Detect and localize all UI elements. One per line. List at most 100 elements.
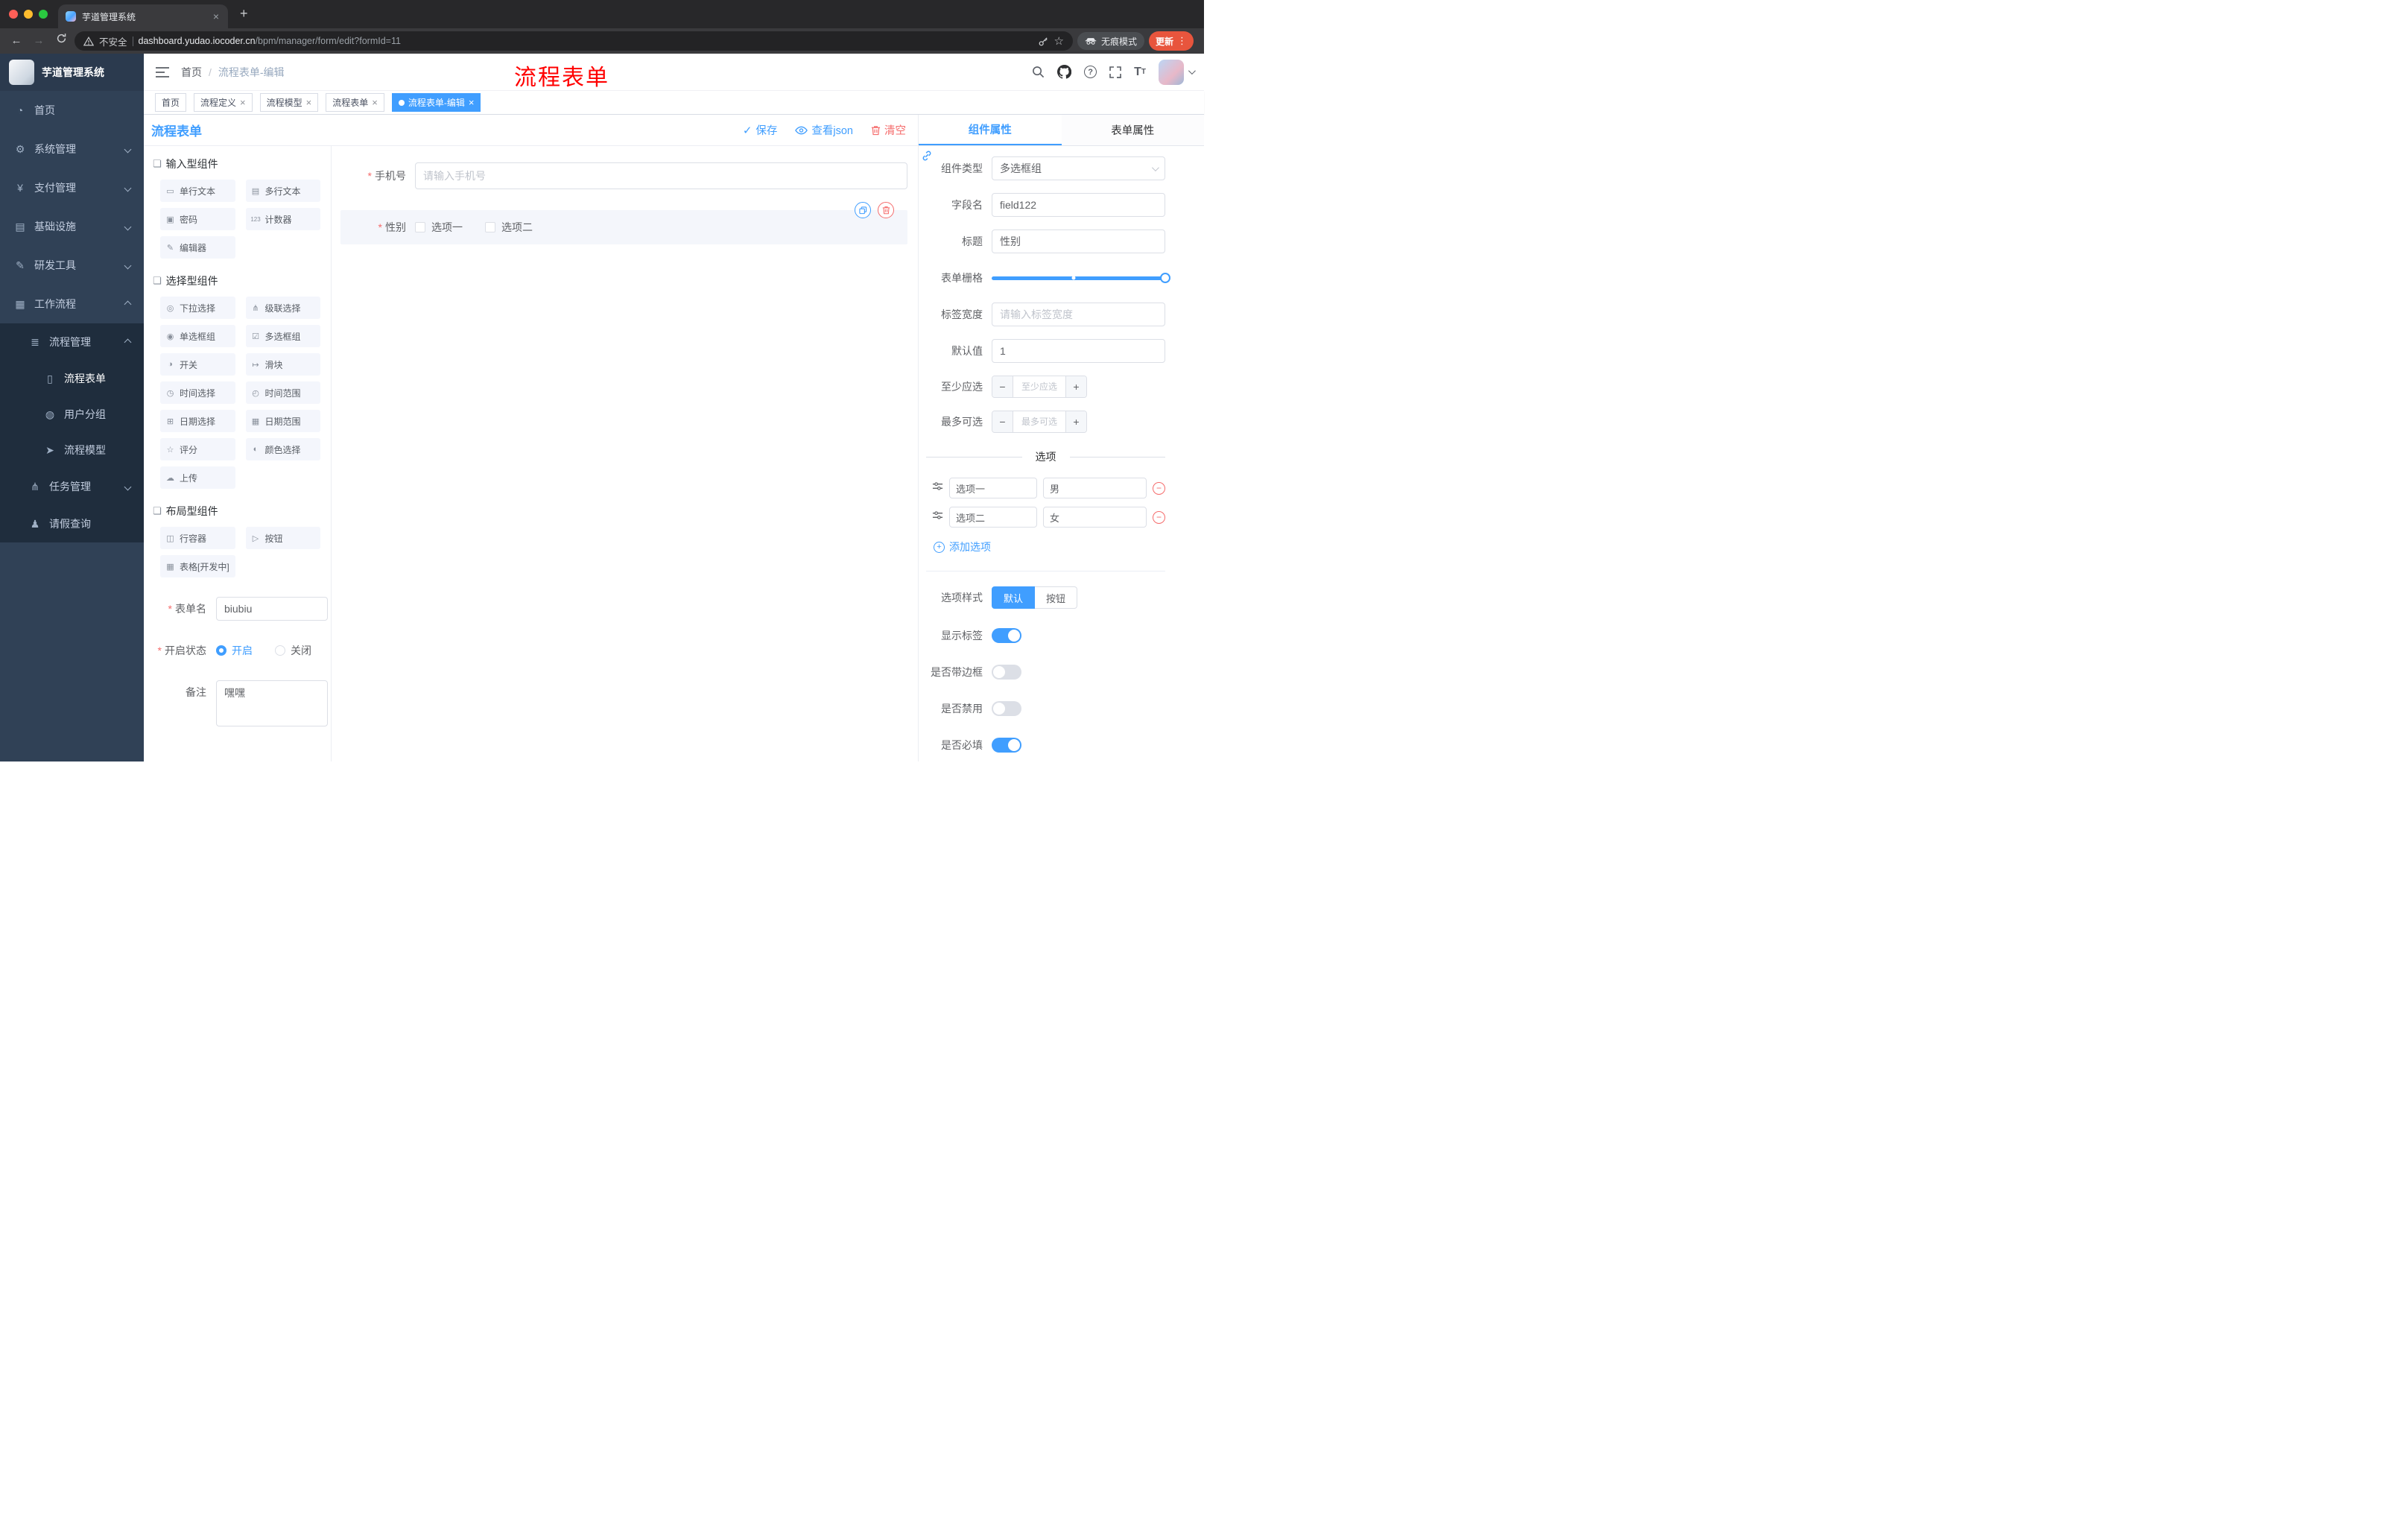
help-icon[interactable]: ?: [1084, 66, 1097, 78]
github-icon[interactable]: [1057, 65, 1072, 79]
status-radio-on[interactable]: 开启: [216, 643, 253, 658]
back-button[interactable]: ←: [7, 32, 25, 50]
option-value-input[interactable]: [1043, 507, 1147, 528]
view-json-button[interactable]: 查看json: [795, 122, 853, 138]
component-item-dropdown[interactable]: ◎ 下拉选择: [160, 297, 235, 319]
checkbox-option-2[interactable]: 选项二: [485, 220, 533, 235]
drag-handle-icon[interactable]: [932, 481, 943, 495]
sidebar-item-leave-query[interactable]: ♟ 请假查询: [0, 505, 144, 542]
show-label-switch[interactable]: [992, 628, 1021, 643]
sidebar-item-process-form[interactable]: ▯ 流程表单: [0, 361, 144, 396]
remove-option-button[interactable]: −: [1153, 510, 1165, 524]
component-item-table[interactable]: ▦ 表格[开发中]: [160, 555, 235, 577]
max-select-input[interactable]: [1013, 411, 1065, 432]
checkbox-option-1[interactable]: 选项一: [415, 220, 463, 235]
zoom-window-button[interactable]: [39, 10, 48, 19]
form-name-input[interactable]: [216, 597, 328, 621]
component-item-slider[interactable]: ↦ 滑块: [245, 353, 320, 376]
component-item-date-picker[interactable]: ⊞ 日期选择: [160, 410, 235, 432]
sidebar-item-user-group[interactable]: ◍ 用户分组: [0, 396, 144, 432]
key-icon[interactable]: [1038, 36, 1049, 47]
component-item-upload[interactable]: ☁ 上传: [160, 466, 235, 489]
forward-button[interactable]: →: [30, 32, 48, 50]
component-item-time-picker[interactable]: ◷ 时间选择: [160, 381, 235, 404]
component-item-date-range[interactable]: ▦ 日期范围: [245, 410, 320, 432]
required-switch[interactable]: [992, 738, 1021, 753]
tag-process-model[interactable]: 流程模型 ×: [259, 93, 319, 112]
component-item-editor[interactable]: ✎ 编辑器: [160, 236, 235, 259]
sidebar-item-task-management[interactable]: ⋔ 任务管理: [0, 468, 144, 505]
component-item-cascader[interactable]: ⋔ 级联选择: [245, 297, 320, 319]
component-type-select[interactable]: 多选框组: [992, 156, 1165, 180]
style-button-button[interactable]: 按钮: [1035, 586, 1078, 609]
gender-field-row[interactable]: 性别 选项一 选项二: [340, 202, 907, 244]
close-window-button[interactable]: [9, 10, 18, 19]
increase-button[interactable]: +: [1065, 411, 1086, 432]
disabled-switch[interactable]: [992, 701, 1021, 716]
fullscreen-icon[interactable]: [1109, 66, 1122, 78]
title-input[interactable]: [992, 229, 1165, 253]
browser-tab[interactable]: 芋道管理系统 ×: [58, 4, 228, 28]
style-default-button[interactable]: 默认: [992, 586, 1036, 609]
checkbox-icon[interactable]: [485, 222, 495, 232]
sidebar-item-process-model[interactable]: ➤ 流程模型: [0, 432, 144, 468]
kebab-menu-icon[interactable]: ⋮: [1177, 35, 1187, 47]
slider-thumb[interactable]: [1160, 273, 1170, 283]
sidebar-item-payment[interactable]: ¥ 支付管理: [0, 168, 144, 207]
border-switch[interactable]: [992, 665, 1021, 680]
close-icon[interactable]: ×: [372, 98, 378, 107]
delete-field-button[interactable]: [878, 202, 894, 218]
field-name-input[interactable]: [992, 193, 1165, 217]
sidebar-item-devtools[interactable]: ✎ 研发工具: [0, 246, 144, 285]
tag-process-form-edit[interactable]: 流程表单-编辑 ×: [391, 93, 481, 112]
sidebar-logo[interactable]: 芋道管理系统: [0, 54, 144, 91]
slider-track[interactable]: [992, 273, 1170, 283]
close-icon[interactable]: ×: [469, 98, 475, 107]
tag-home[interactable]: 首页: [155, 93, 187, 112]
decrease-button[interactable]: −: [992, 411, 1013, 432]
tag-process-definition[interactable]: 流程定义 ×: [194, 93, 253, 112]
close-icon[interactable]: ×: [306, 98, 312, 107]
min-select-input[interactable]: [1013, 376, 1065, 397]
component-item-switch[interactable]: ◑ 开关: [160, 353, 235, 376]
update-button[interactable]: 更新 ⋮: [1148, 31, 1194, 51]
reload-button[interactable]: [52, 32, 70, 50]
component-item-button[interactable]: ▷ 按钮: [245, 527, 320, 549]
label-width-input[interactable]: [992, 303, 1165, 326]
remove-option-button[interactable]: −: [1153, 481, 1165, 495]
new-tab-button[interactable]: +: [240, 6, 248, 21]
default-value-input[interactable]: [992, 339, 1165, 363]
component-item-multi-text[interactable]: ▤ 多行文本: [245, 180, 320, 202]
option-label-input[interactable]: [949, 507, 1037, 528]
component-item-counter[interactable]: 123 计数器: [245, 208, 320, 230]
component-item-rate[interactable]: ☆ 评分: [160, 438, 235, 460]
grid-slider[interactable]: [992, 266, 1170, 290]
component-item-checkbox-group[interactable]: ☑ 多选框组: [245, 325, 320, 347]
phone-input[interactable]: [415, 162, 907, 189]
bookmark-star-icon[interactable]: ☆: [1054, 34, 1064, 48]
sidebar-item-infrastructure[interactable]: ▤ 基础设施: [0, 207, 144, 246]
remark-textarea[interactable]: 嘿嘿: [216, 680, 328, 726]
phone-field-row[interactable]: 手机号: [340, 162, 907, 189]
add-option-button[interactable]: + 添加选项: [934, 539, 1165, 554]
increase-button[interactable]: +: [1065, 376, 1086, 397]
close-icon[interactable]: ×: [240, 98, 246, 107]
tag-process-form[interactable]: 流程表单 ×: [326, 93, 384, 112]
drag-handle-icon[interactable]: [932, 510, 943, 525]
sidebar-toggle-button[interactable]: [144, 66, 181, 77]
breadcrumb-home[interactable]: 首页: [181, 65, 202, 80]
component-item-time-range[interactable]: ◴ 时间范围: [245, 381, 320, 404]
address-bar[interactable]: 不安全 dashboard.yudao.iocoder.cn/bpm/manag…: [75, 31, 1073, 51]
component-item-color-picker[interactable]: ◐ 颜色选择: [245, 438, 320, 460]
link-icon[interactable]: [921, 150, 933, 165]
clear-button[interactable]: 清空: [871, 122, 906, 138]
component-item-single-text[interactable]: ▭ 单行文本: [160, 180, 235, 202]
component-item-password[interactable]: ▣ 密码: [160, 208, 235, 230]
tab-close-icon[interactable]: ×: [212, 10, 221, 22]
avatar[interactable]: [1159, 59, 1184, 85]
sidebar-item-system[interactable]: ⚙ 系统管理: [0, 130, 144, 168]
sidebar-item-home[interactable]: ◔ 首页: [0, 91, 144, 130]
font-size-icon[interactable]: TT: [1134, 66, 1146, 78]
user-menu[interactable]: [1159, 59, 1196, 85]
decrease-button[interactable]: −: [992, 376, 1013, 397]
